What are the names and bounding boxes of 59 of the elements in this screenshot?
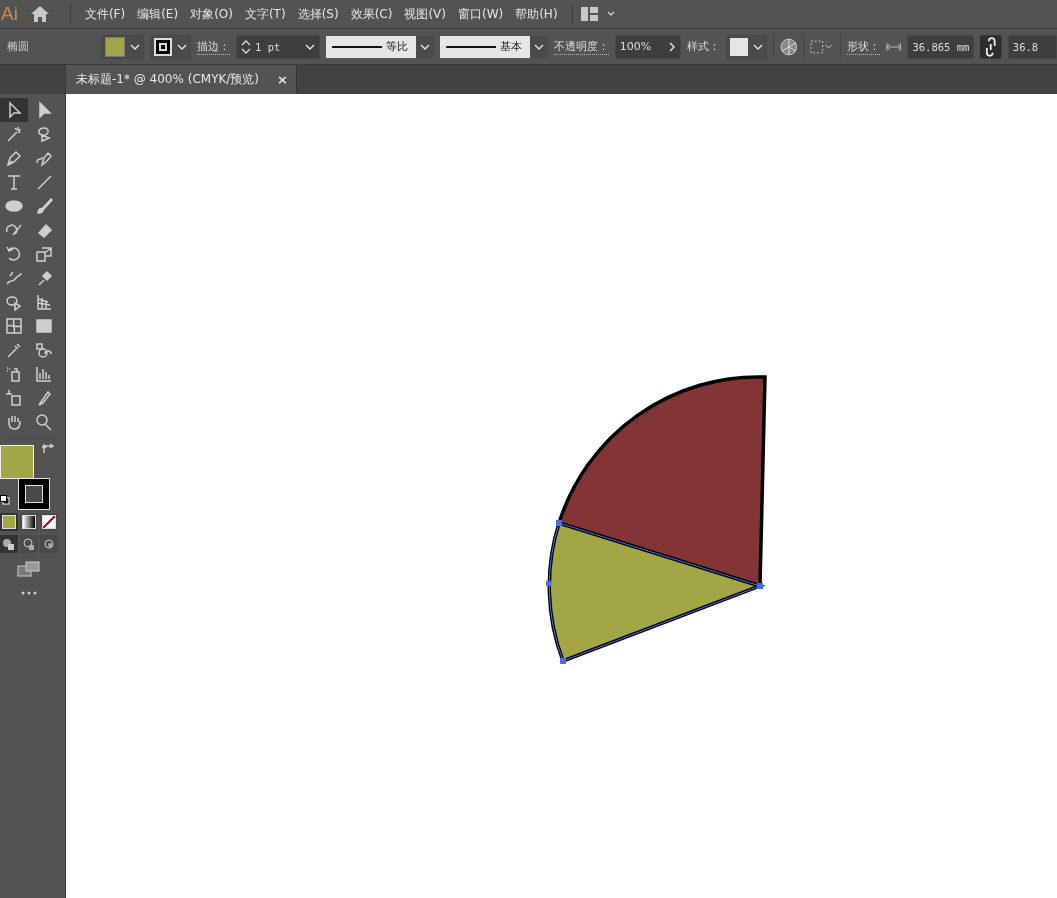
more-icon[interactable] (20, 591, 37, 595)
caret-icon (130, 43, 141, 50)
bar-graph-icon (33, 364, 54, 384)
color-mode-button[interactable] (0, 513, 18, 531)
style-label: 样式： (686, 39, 720, 54)
shape-label[interactable]: 形状： (846, 38, 880, 55)
height-field[interactable]: 36.8 (1007, 34, 1057, 59)
mesh-icon (3, 316, 24, 336)
menu-item[interactable]: 窗口(W) (451, 5, 510, 23)
menu-item[interactable]: 效果(C) (344, 5, 399, 23)
fill-dropdown[interactable] (101, 34, 145, 59)
blend-icon (33, 340, 54, 360)
brush-dropdown[interactable]: 基本 (439, 35, 548, 58)
swap-icon[interactable] (41, 443, 54, 455)
fill-swatch[interactable] (0, 445, 34, 479)
menu-item[interactable]: 编辑(E) (131, 5, 185, 23)
menu-item[interactable]: 文件(F) (78, 5, 132, 23)
menu-item[interactable]: 对象(O) (184, 5, 239, 23)
artboard-icon (3, 388, 24, 408)
stroke-profile-dropdown[interactable]: 等比 (326, 35, 434, 58)
align-icon[interactable] (810, 39, 834, 54)
search-icon (33, 412, 54, 432)
none-mode-button[interactable] (39, 513, 58, 531)
caret-icon (529, 35, 548, 58)
workspace-icon[interactable] (580, 7, 615, 21)
draw-behind-icon[interactable] (19, 535, 38, 553)
draw-normal-icon[interactable] (0, 535, 18, 553)
caret-icon (177, 43, 188, 50)
style-dropdown[interactable] (725, 34, 767, 59)
spinner-icon[interactable] (241, 38, 252, 55)
opacity-label[interactable]: 不透明度： (553, 38, 609, 55)
chevron-right-icon[interactable] (667, 41, 676, 52)
opacity-field[interactable]: 100% (614, 34, 681, 59)
stroke-weight-field[interactable]: 1 pt (236, 34, 321, 59)
document-tab[interactable]: 未标题-1* @ 400% (CMYK/预览) × (66, 65, 297, 94)
tool-button[interactable] (0, 98, 28, 122)
width-icon (885, 42, 902, 51)
default-colors-icon[interactable] (0, 495, 10, 505)
draw-inside-icon[interactable] (39, 535, 58, 553)
stroke-label[interactable]: 描边： (197, 38, 231, 55)
stroke-swatch[interactable] (17, 478, 50, 510)
gradient-mode-button[interactable] (19, 513, 38, 531)
home-icon[interactable] (29, 5, 50, 23)
caret-icon (752, 43, 763, 50)
stroke-dropdown[interactable] (150, 34, 192, 59)
scale-icon (33, 244, 54, 264)
width-field[interactable]: 36.865 mm (907, 34, 975, 59)
object-type-label: 椭圆 (6, 39, 30, 54)
menu-item[interactable]: 帮助(H) (509, 5, 564, 23)
app-logo: Ai (0, 3, 18, 25)
link-icon[interactable] (980, 34, 1002, 59)
caret-icon[interactable] (305, 43, 316, 50)
gradient-icon (33, 316, 54, 336)
screen-mode-icon[interactable] (16, 561, 41, 577)
caret-icon (415, 35, 434, 58)
menu-item[interactable]: 视图(V) (398, 5, 452, 23)
recolor-icon[interactable] (779, 37, 798, 56)
menu-item[interactable]: 选择(S) (291, 5, 345, 23)
menu-item[interactable]: 文字(T) (238, 5, 292, 23)
